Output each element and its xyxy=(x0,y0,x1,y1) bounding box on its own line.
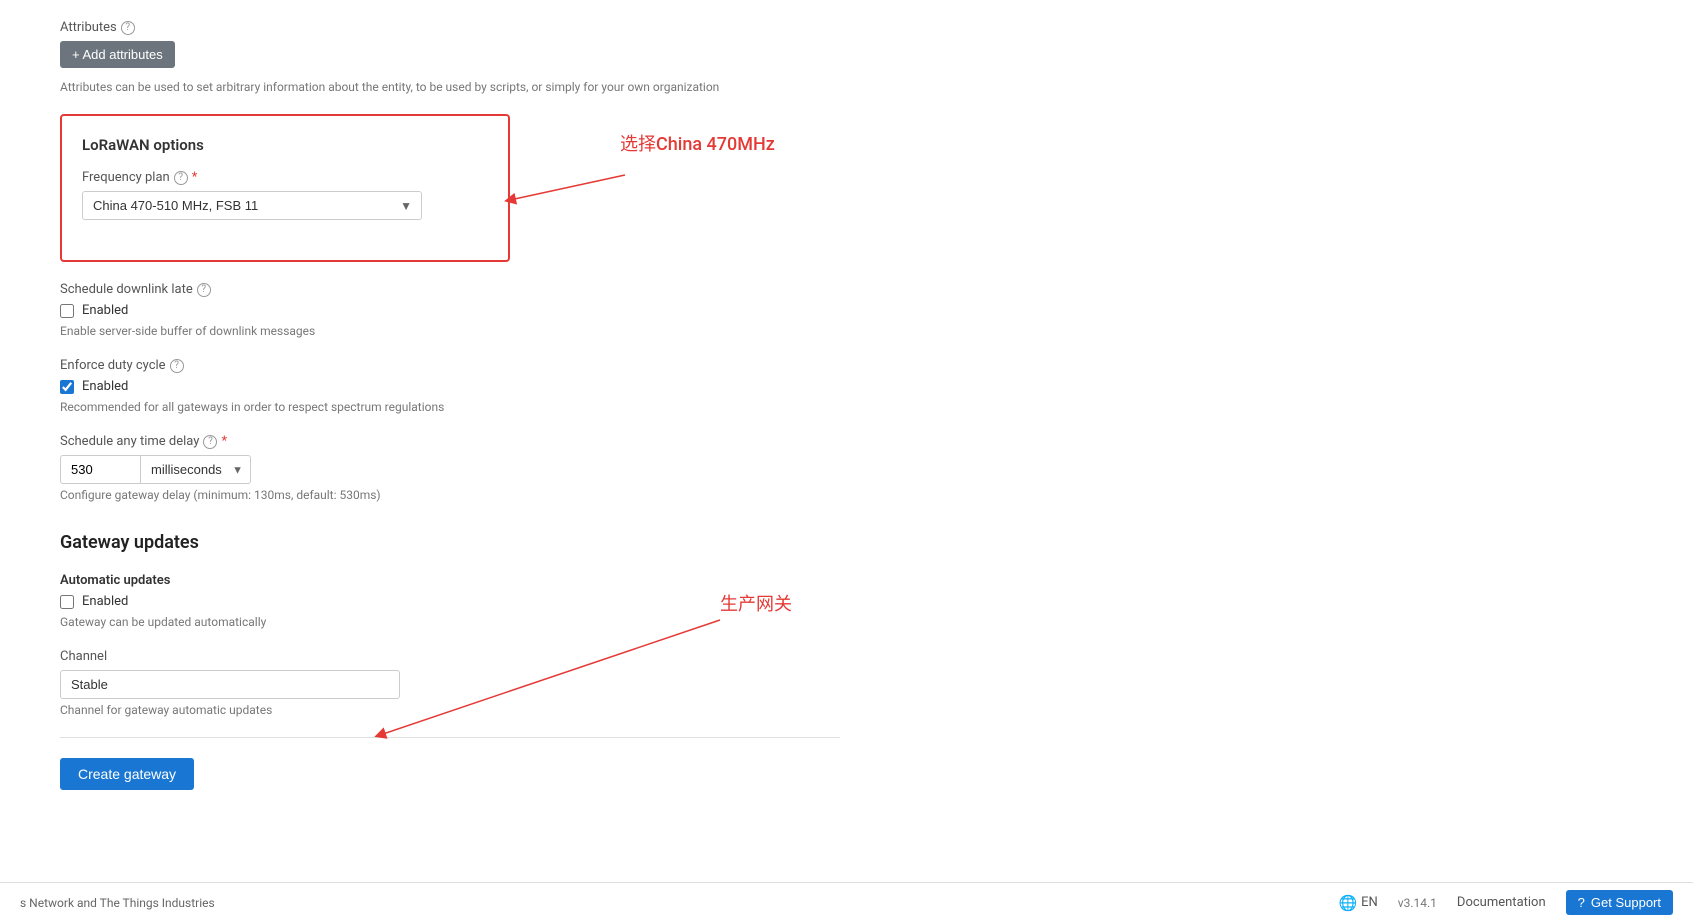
channel-label: Channel xyxy=(60,649,840,664)
get-support-button[interactable]: ? Get Support xyxy=(1566,890,1673,915)
automatic-updates-field: Automatic updates Enabled Gateway can be… xyxy=(60,573,840,629)
automatic-updates-checkbox[interactable] xyxy=(60,595,74,609)
automatic-updates-checkbox-row: Enabled xyxy=(60,594,840,609)
attributes-label: Attributes ? xyxy=(60,20,840,35)
schedule-downlink-checkbox[interactable] xyxy=(60,304,74,318)
enforce-duty-cycle-checkbox-row: Enabled xyxy=(60,379,840,394)
attributes-help-icon[interactable]: ? xyxy=(121,21,135,35)
unit-select-wrapper: milliseconds seconds ▼ xyxy=(140,455,251,484)
schedule-downlink-enabled-label: Enabled xyxy=(82,303,128,318)
add-attributes-button[interactable]: + Add attributes xyxy=(60,41,175,68)
schedule-downlink-label: Schedule downlink late ? xyxy=(60,282,840,297)
attributes-hint: Attributes can be used to set arbitrary … xyxy=(60,80,840,94)
frequency-required-star: * xyxy=(192,170,198,185)
channel-label-text: Channel xyxy=(60,649,107,664)
automatic-updates-label-text: Automatic updates xyxy=(60,573,170,588)
bottom-bar: s Network and The Things Industries 🌐 EN… xyxy=(0,882,1693,922)
language-selector[interactable]: 🌐 EN xyxy=(1338,894,1377,912)
gateway-updates-title: Gateway updates xyxy=(60,532,840,553)
enforce-duty-cycle-label: Enforce duty cycle ? xyxy=(60,358,840,373)
automatic-updates-hint: Gateway can be updated automatically xyxy=(60,615,840,629)
create-gateway-button[interactable]: Create gateway xyxy=(60,758,194,790)
channel-input[interactable] xyxy=(60,670,400,699)
section-divider xyxy=(60,737,840,738)
footer-text: s Network and The Things Industries xyxy=(20,896,215,910)
frequency-plan-label: Frequency plan ? * xyxy=(82,170,488,185)
support-icon: ? xyxy=(1578,895,1585,910)
schedule-downlink-checkbox-row: Enabled xyxy=(60,303,840,318)
schedule-time-delay-label: Schedule any time delay ? * xyxy=(60,434,840,449)
schedule-time-hint: Configure gateway delay (minimum: 130ms,… xyxy=(60,488,840,502)
create-gateway-button-wrapper: Create gateway xyxy=(60,758,840,790)
time-delay-input[interactable] xyxy=(60,455,140,484)
schedule-downlink-help-icon[interactable]: ? xyxy=(197,283,211,297)
schedule-time-help-icon[interactable]: ? xyxy=(203,435,217,449)
enforce-duty-cycle-label-text: Enforce duty cycle xyxy=(60,358,166,373)
lorawan-options-box: LoRaWAN options Frequency plan ? * China… xyxy=(60,114,510,262)
support-label: Get Support xyxy=(1591,895,1661,910)
schedule-time-delay-label-text: Schedule any time delay xyxy=(60,434,199,449)
enforce-duty-cycle-checkbox[interactable] xyxy=(60,380,74,394)
attributes-label-text: Attributes xyxy=(60,20,117,35)
version-text: v3.14.1 xyxy=(1398,896,1437,910)
attributes-section: Attributes ? + Add attributes Attributes… xyxy=(60,20,840,94)
channel-field: Channel Channel for gateway automatic up… xyxy=(60,649,840,717)
enforce-duty-cycle-enabled-label: Enabled xyxy=(82,379,128,394)
schedule-downlink-label-text: Schedule downlink late xyxy=(60,282,193,297)
schedule-time-required-star: * xyxy=(221,434,227,449)
globe-icon: 🌐 xyxy=(1338,894,1357,912)
unit-select[interactable]: milliseconds seconds xyxy=(140,455,251,484)
frequency-plan-select[interactable]: China 470-510 MHz, FSB 11 EU 863-870 MHz… xyxy=(82,191,422,220)
time-delay-row: milliseconds seconds ▼ xyxy=(60,455,840,484)
enforce-duty-help-icon[interactable]: ? xyxy=(170,359,184,373)
schedule-time-delay-field: Schedule any time delay ? * milliseconds… xyxy=(60,434,840,502)
schedule-downlink-field: Schedule downlink late ? Enabled Enable … xyxy=(60,282,840,338)
schedule-downlink-hint: Enable server-side buffer of downlink me… xyxy=(60,324,840,338)
frequency-plan-select-wrapper: China 470-510 MHz, FSB 11 EU 863-870 MHz… xyxy=(82,191,422,220)
language-label: EN xyxy=(1361,895,1378,910)
gateway-updates-section: Gateway updates Automatic updates Enable… xyxy=(60,532,840,790)
documentation-link[interactable]: Documentation xyxy=(1457,895,1546,910)
frequency-plan-label-text: Frequency plan xyxy=(82,170,170,185)
lorawan-title: LoRaWAN options xyxy=(82,136,488,154)
enforce-duty-cycle-hint: Recommended for all gateways in order to… xyxy=(60,400,840,414)
automatic-updates-label: Automatic updates xyxy=(60,573,840,588)
automatic-updates-enabled-label: Enabled xyxy=(82,594,128,609)
enforce-duty-cycle-field: Enforce duty cycle ? Enabled Recommended… xyxy=(60,358,840,414)
frequency-plan-help-icon[interactable]: ? xyxy=(174,171,188,185)
frequency-plan-field: Frequency plan ? * China 470-510 MHz, FS… xyxy=(82,170,488,220)
channel-hint: Channel for gateway automatic updates xyxy=(60,703,840,717)
